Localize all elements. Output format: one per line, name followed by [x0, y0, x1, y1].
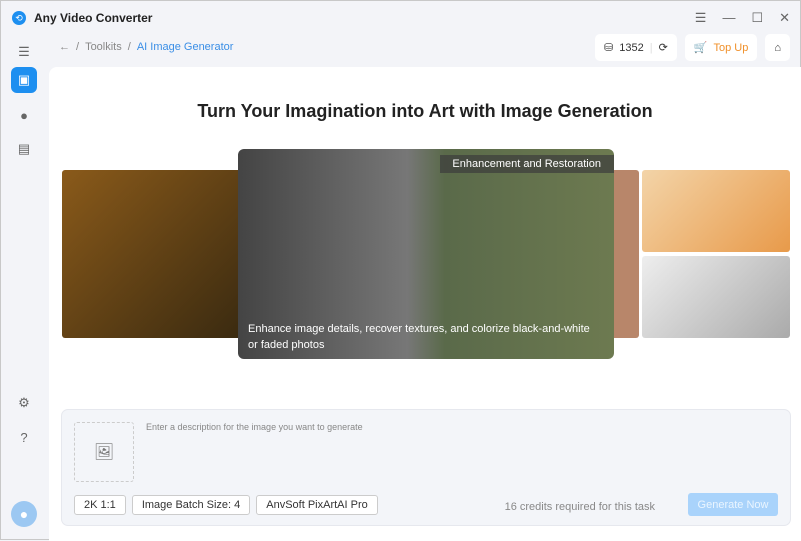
resolution-selector[interactable]: 2K 1:1 — [74, 495, 126, 515]
carousel-image-cat-orange[interactable] — [642, 170, 790, 252]
upload-image-button[interactable]: 🖼 — [74, 422, 134, 482]
inbox-button[interactable]: ⌂ — [765, 34, 790, 61]
breadcrumb-toolkits[interactable]: Toolkits — [85, 41, 122, 53]
title-bar: ⟲ Any Video Converter ☰ — ☐ ✕ — [1, 1, 801, 35]
breadcrumb-current: AI Image Generator — [136, 41, 234, 53]
sidebar-item-history[interactable]: ● — [11, 102, 37, 128]
carousel-featured-card[interactable]: Enhancement and Restoration Enhance imag… — [238, 149, 614, 359]
top-up-button[interactable]: 🛒 Top Up — [684, 34, 758, 61]
card-description: Enhance image details, recover textures,… — [248, 323, 590, 351]
main-content: Turn Your Imagination into Art with Imag… — [49, 67, 801, 541]
sidebar: ☰ ▣ ● ▤ ⚙ ? ● — [1, 35, 47, 541]
prompt-input[interactable]: Enter a description for the image you wa… — [146, 422, 363, 432]
collapse-sidebar-icon[interactable]: ☰ — [11, 39, 37, 65]
card-tag: Enhancement and Restoration — [440, 155, 614, 173]
generate-now-button[interactable]: Generate Now — [688, 493, 778, 516]
cart-icon: 🛒 — [693, 42, 708, 54]
avatar[interactable]: ● — [11, 501, 37, 527]
minimize-icon[interactable]: — — [722, 10, 735, 26]
batch-size-selector[interactable]: Image Batch Size: 4 — [131, 495, 251, 515]
breadcrumb: ← / Toolkits / AI Image Generator — [59, 41, 234, 53]
model-selector[interactable]: AnvSoft PixArtAI Pro — [256, 495, 378, 515]
app-title: Any Video Converter — [34, 11, 153, 25]
add-image-icon: 🖼 — [93, 444, 115, 461]
refresh-icon[interactable]: ⟳ — [659, 41, 668, 54]
top-up-label: Top Up — [713, 41, 749, 54]
help-icon[interactable]: ? — [11, 424, 37, 450]
credits-balance: ⛁ 1352 | ⟳ — [595, 34, 677, 61]
credits-count: 1352 — [619, 41, 644, 54]
page-title: Turn Your Imagination into Art with Imag… — [197, 101, 653, 121]
menu-icon[interactable]: ☰ — [695, 10, 707, 26]
credits-required-text: 16 credits required for this task — [504, 501, 655, 513]
carousel-image-portrait[interactable] — [62, 170, 242, 338]
close-icon[interactable]: ✕ — [779, 10, 790, 26]
app-logo-icon: ⟲ — [12, 11, 26, 25]
maximize-icon[interactable]: ☐ — [751, 10, 763, 26]
back-arrow-icon[interactable]: ← — [59, 41, 70, 53]
database-icon: ⛁ — [604, 42, 614, 54]
generation-panel: 🖼 Enter a description for the image you … — [61, 409, 791, 526]
carousel-image-cat-sketch[interactable] — [642, 256, 790, 338]
inbox-icon: ⌂ — [774, 41, 781, 54]
settings-icon[interactable]: ⚙ — [11, 390, 37, 416]
sidebar-item-toolkits[interactable]: ▣ — [11, 67, 37, 93]
sidebar-item-bookmarks[interactable]: ▤ — [11, 136, 37, 162]
